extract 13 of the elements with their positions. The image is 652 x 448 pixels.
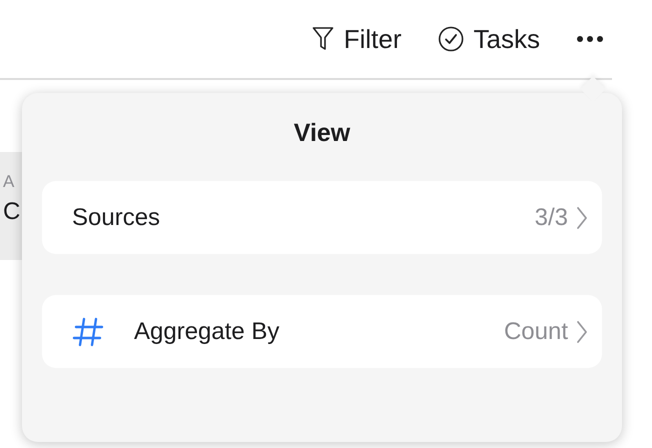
- filter-button[interactable]: Filter: [310, 20, 404, 58]
- hash-icon: [72, 316, 104, 348]
- chevron-right-icon: [576, 206, 588, 230]
- menu-row[interactable]: Sources 3/3: [42, 181, 602, 254]
- menu-row[interactable]: Aggregate By Count: [42, 295, 602, 368]
- card-caption: A: [3, 172, 16, 192]
- tasks-button[interactable]: Tasks: [436, 20, 542, 58]
- more-icon: [576, 35, 604, 43]
- card-value: C: [3, 198, 22, 226]
- popover-title: View: [292, 119, 352, 148]
- filter-icon: [312, 26, 334, 52]
- checkmark-circle-icon: [438, 26, 464, 52]
- chevron-right-icon: [576, 320, 588, 344]
